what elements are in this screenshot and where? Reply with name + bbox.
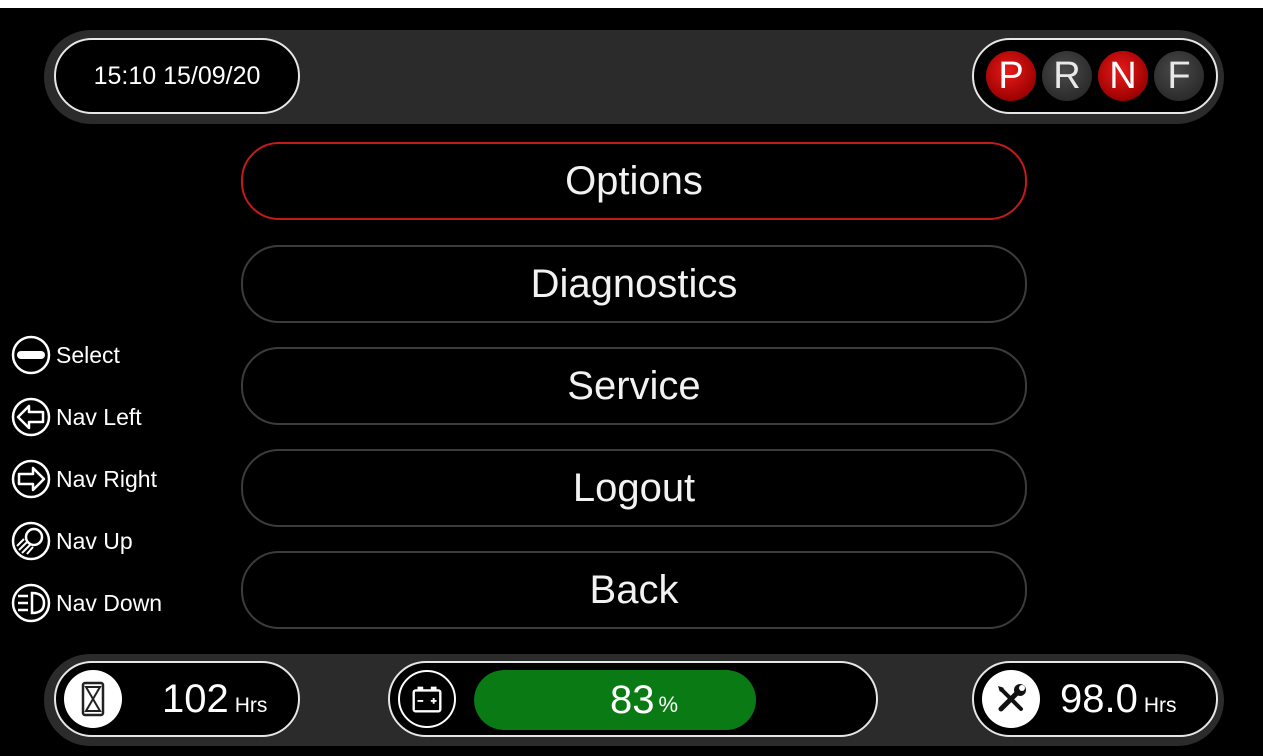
- gear-f: F: [1154, 51, 1204, 101]
- hour-meter: 102 Hrs: [54, 661, 300, 737]
- battery-value: 83: [609, 677, 655, 722]
- key-nav-down: Nav Down: [10, 583, 162, 623]
- gear-n: N: [1098, 51, 1148, 101]
- hour-meter-readout: 102 Hrs: [162, 677, 267, 722]
- work-light-icon: [11, 521, 51, 561]
- window-top-strip: ^ ˅: [0, 0, 1263, 8]
- menu-logout-button[interactable]: Logout: [241, 449, 1027, 527]
- key-nav-up: Nav Up: [10, 521, 133, 561]
- menu-options-button[interactable]: Options: [241, 142, 1027, 220]
- key-nav-left: Nav Left: [10, 397, 142, 437]
- headlight-icon: [11, 583, 51, 623]
- gear-selector: P R N F: [972, 38, 1218, 114]
- menu-diagnostics-button[interactable]: Diagnostics: [241, 245, 1027, 323]
- status-bar-bottom: 102 Hrs 83% 98.0 Hrs: [44, 654, 1224, 746]
- menu-back-button[interactable]: Back: [241, 551, 1027, 629]
- wrench-screwdriver-icon: [982, 670, 1040, 728]
- key-nav-right: Nav Right: [10, 459, 157, 499]
- hourglass-icon: [64, 670, 122, 728]
- service-hours: 98.0 Hrs: [972, 661, 1218, 737]
- service-hours-readout: 98.0 Hrs: [1060, 677, 1177, 722]
- key-select: Select: [10, 335, 120, 375]
- datetime-text: 15:10 15/09/20: [93, 61, 261, 90]
- datetime-display: 15:10 15/09/20: [54, 38, 300, 114]
- hour-meter-unit: Hrs: [234, 694, 268, 717]
- service-hours-value: 98.0: [1060, 677, 1138, 721]
- key-nav-left-label: Nav Left: [56, 403, 142, 430]
- key-select-label: Select: [56, 341, 120, 368]
- battery-gauge: 83%: [388, 661, 878, 737]
- service-hours-unit: Hrs: [1143, 694, 1177, 717]
- arrow-left-icon: [11, 397, 51, 437]
- window-control-marks: ^ ˅: [1118, 0, 1133, 6]
- gear-r: R: [1042, 51, 1092, 101]
- arrow-right-icon: [11, 459, 51, 499]
- minus-circle-icon: [11, 335, 51, 375]
- battery-readout: 83%: [474, 670, 814, 730]
- battery-icon: [398, 670, 456, 728]
- status-bar-top: 15:10 15/09/20 P R N F: [44, 30, 1224, 124]
- gear-p: P: [986, 51, 1036, 101]
- key-nav-up-label: Nav Up: [56, 527, 133, 554]
- key-nav-down-label: Nav Down: [56, 589, 163, 616]
- menu-service-button[interactable]: Service: [241, 347, 1027, 425]
- key-nav-right-label: Nav Right: [56, 465, 157, 492]
- hour-meter-value: 102: [162, 677, 229, 721]
- battery-unit: %: [658, 692, 679, 717]
